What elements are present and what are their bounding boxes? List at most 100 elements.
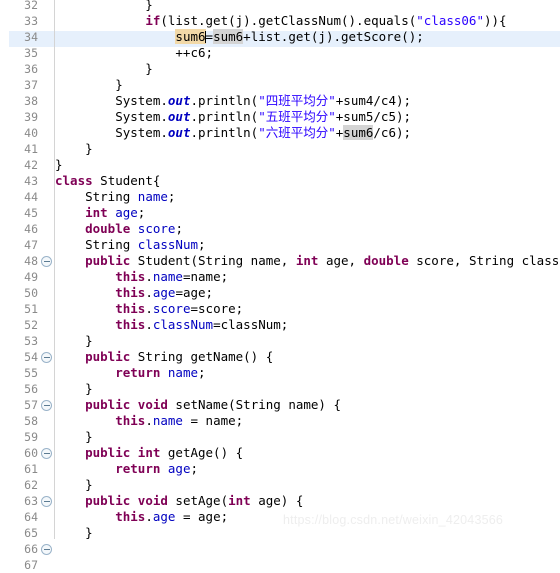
line-number[interactable]: 51 xyxy=(0,301,38,317)
code-line[interactable]: String classNum; xyxy=(55,237,205,253)
code-line[interactable]: this.age=age; xyxy=(55,285,213,301)
code-line[interactable]: System.out.println("五班平均分"+sum5/c5); xyxy=(55,109,411,125)
code-fold-collapse-icon[interactable] xyxy=(41,400,52,411)
code-line[interactable]: if(list.get(j).getClassNum().equals("cla… xyxy=(55,13,506,29)
line-number[interactable]: 66 xyxy=(0,541,38,557)
line-number[interactable]: 60 xyxy=(0,445,38,461)
code-line[interactable]: public String getName() { xyxy=(55,349,273,365)
code-line[interactable]: public int getAge() { xyxy=(55,445,243,461)
code-token: . xyxy=(145,413,153,428)
line-number[interactable]: 39 xyxy=(0,109,38,125)
code-token: sum6 xyxy=(175,29,206,44)
line-number[interactable]: 41 xyxy=(0,141,38,157)
code-token: System. xyxy=(55,125,168,140)
code-line[interactable]: } xyxy=(55,77,123,93)
line-number[interactable]: 36 xyxy=(0,61,38,77)
line-number[interactable]: 61 xyxy=(0,461,38,477)
code-token: this xyxy=(115,317,146,332)
code-line[interactable]: public void setAge(int age) { xyxy=(55,493,303,509)
code-line[interactable]: } xyxy=(55,0,153,13)
code-line[interactable]: double score; xyxy=(55,221,183,237)
code-line[interactable]: ++c6; xyxy=(55,45,213,61)
code-line[interactable]: this.name = name; xyxy=(55,413,243,429)
line-number[interactable]: 48 xyxy=(0,253,38,269)
code-token: age xyxy=(152,509,176,524)
code-line[interactable]: } xyxy=(55,429,93,445)
line-number[interactable]: 49 xyxy=(0,269,38,285)
line-number[interactable]: 59 xyxy=(0,429,38,445)
line-number[interactable]: 52 xyxy=(0,317,38,333)
line-number[interactable]: 67 xyxy=(0,557,38,573)
code-line[interactable]: return name; xyxy=(55,365,205,381)
code-token: public xyxy=(85,253,131,268)
code-line[interactable]: System.out.println("四班平均分"+sum4/c4); xyxy=(55,93,411,109)
code-line[interactable]: String name; xyxy=(55,189,175,205)
line-number[interactable]: 50 xyxy=(0,285,38,301)
code-line[interactable]: System.out.println("六班平均分"+sum6/c6); xyxy=(55,125,411,141)
code-fold-collapse-icon[interactable] xyxy=(41,496,52,507)
line-number[interactable]: 38 xyxy=(0,93,38,109)
line-number[interactable]: 57 xyxy=(0,397,38,413)
line-number[interactable]: 56 xyxy=(0,381,38,397)
line-number-gutter[interactable]: 32 33 34 35 36 37 38 39 40 41 42 43 44 45 46 47 48 49 50 51… xyxy=(0,0,55,572)
code-fold-collapse-icon[interactable] xyxy=(41,544,52,555)
code-token: "六班平均分" xyxy=(258,125,336,140)
line-number[interactable]: 34 xyxy=(0,29,38,45)
code-line[interactable]: this.name=name; xyxy=(55,269,228,285)
code-token: String getName() { xyxy=(130,349,274,364)
line-number[interactable]: 46 xyxy=(0,221,38,237)
line-number[interactable]: 54 xyxy=(0,349,38,365)
code-line[interactable]: this.age = age; xyxy=(55,509,228,525)
code-line[interactable]: sum6=sum6+list.get(j).getScore(); xyxy=(55,29,424,45)
line-number[interactable]: 47 xyxy=(0,237,38,253)
code-line[interactable]: return age; xyxy=(55,461,198,477)
code-fold-collapse-icon[interactable] xyxy=(41,256,52,267)
code-line[interactable]: public void setName(String name) { xyxy=(55,397,341,413)
code-token: } xyxy=(55,429,93,444)
code-token: . xyxy=(145,269,153,284)
watermark-text: https://blog.csdn.net/weixin_42043566 xyxy=(283,513,504,527)
code-fold-collapse-icon[interactable] xyxy=(41,448,52,459)
code-token: =age; xyxy=(175,285,214,300)
line-number[interactable]: 58 xyxy=(0,413,38,429)
code-token: =classNum; xyxy=(213,317,289,332)
line-number[interactable]: 63 xyxy=(0,493,38,509)
code-token: String xyxy=(55,237,138,252)
line-number[interactable]: 40 xyxy=(0,125,38,141)
code-line[interactable]: } xyxy=(55,157,63,173)
code-line[interactable]: } xyxy=(55,141,93,157)
code-token: .println( xyxy=(190,93,259,108)
code-line[interactable]: this.classNum=classNum; xyxy=(55,317,288,333)
line-number[interactable]: 42 xyxy=(0,157,38,173)
code-text-area[interactable]: } if(list.get(j).getClassNum().equals("c… xyxy=(55,0,560,542)
line-number[interactable]: 35 xyxy=(0,45,38,61)
line-number[interactable]: 37 xyxy=(0,77,38,93)
code-line[interactable]: } xyxy=(55,381,93,397)
line-number[interactable]: 33 xyxy=(0,13,38,29)
code-token: System. xyxy=(55,109,168,124)
code-token: +list.get(j).getScore(); xyxy=(243,29,424,44)
line-number[interactable]: 44 xyxy=(0,189,38,205)
line-number[interactable]: 64 xyxy=(0,509,38,525)
code-token: = age; xyxy=(175,509,229,524)
line-number[interactable]: 53 xyxy=(0,333,38,349)
code-fold-collapse-icon[interactable] xyxy=(41,352,52,363)
line-number[interactable]: 43 xyxy=(0,173,38,189)
code-line[interactable]: } xyxy=(55,477,93,493)
code-line[interactable]: int age; xyxy=(55,205,145,221)
code-line[interactable]: } xyxy=(55,61,153,77)
line-number[interactable]: 32 xyxy=(0,0,38,13)
code-editor[interactable]: 32 33 34 35 36 37 38 39 40 41 42 43 44 45 46 47 48 49 50 51… xyxy=(0,0,560,572)
line-number[interactable]: 62 xyxy=(0,477,38,493)
code-line[interactable]: } xyxy=(55,333,93,349)
code-token: name xyxy=(152,269,183,284)
code-line[interactable]: this.score=score; xyxy=(55,301,243,317)
line-number[interactable]: 55 xyxy=(0,365,38,381)
code-line[interactable]: public Student(String name, int age, dou… xyxy=(55,253,560,269)
code-line[interactable]: class Student{ xyxy=(55,173,160,189)
line-number[interactable]: 45 xyxy=(0,205,38,221)
code-token: setAge( xyxy=(167,493,229,508)
